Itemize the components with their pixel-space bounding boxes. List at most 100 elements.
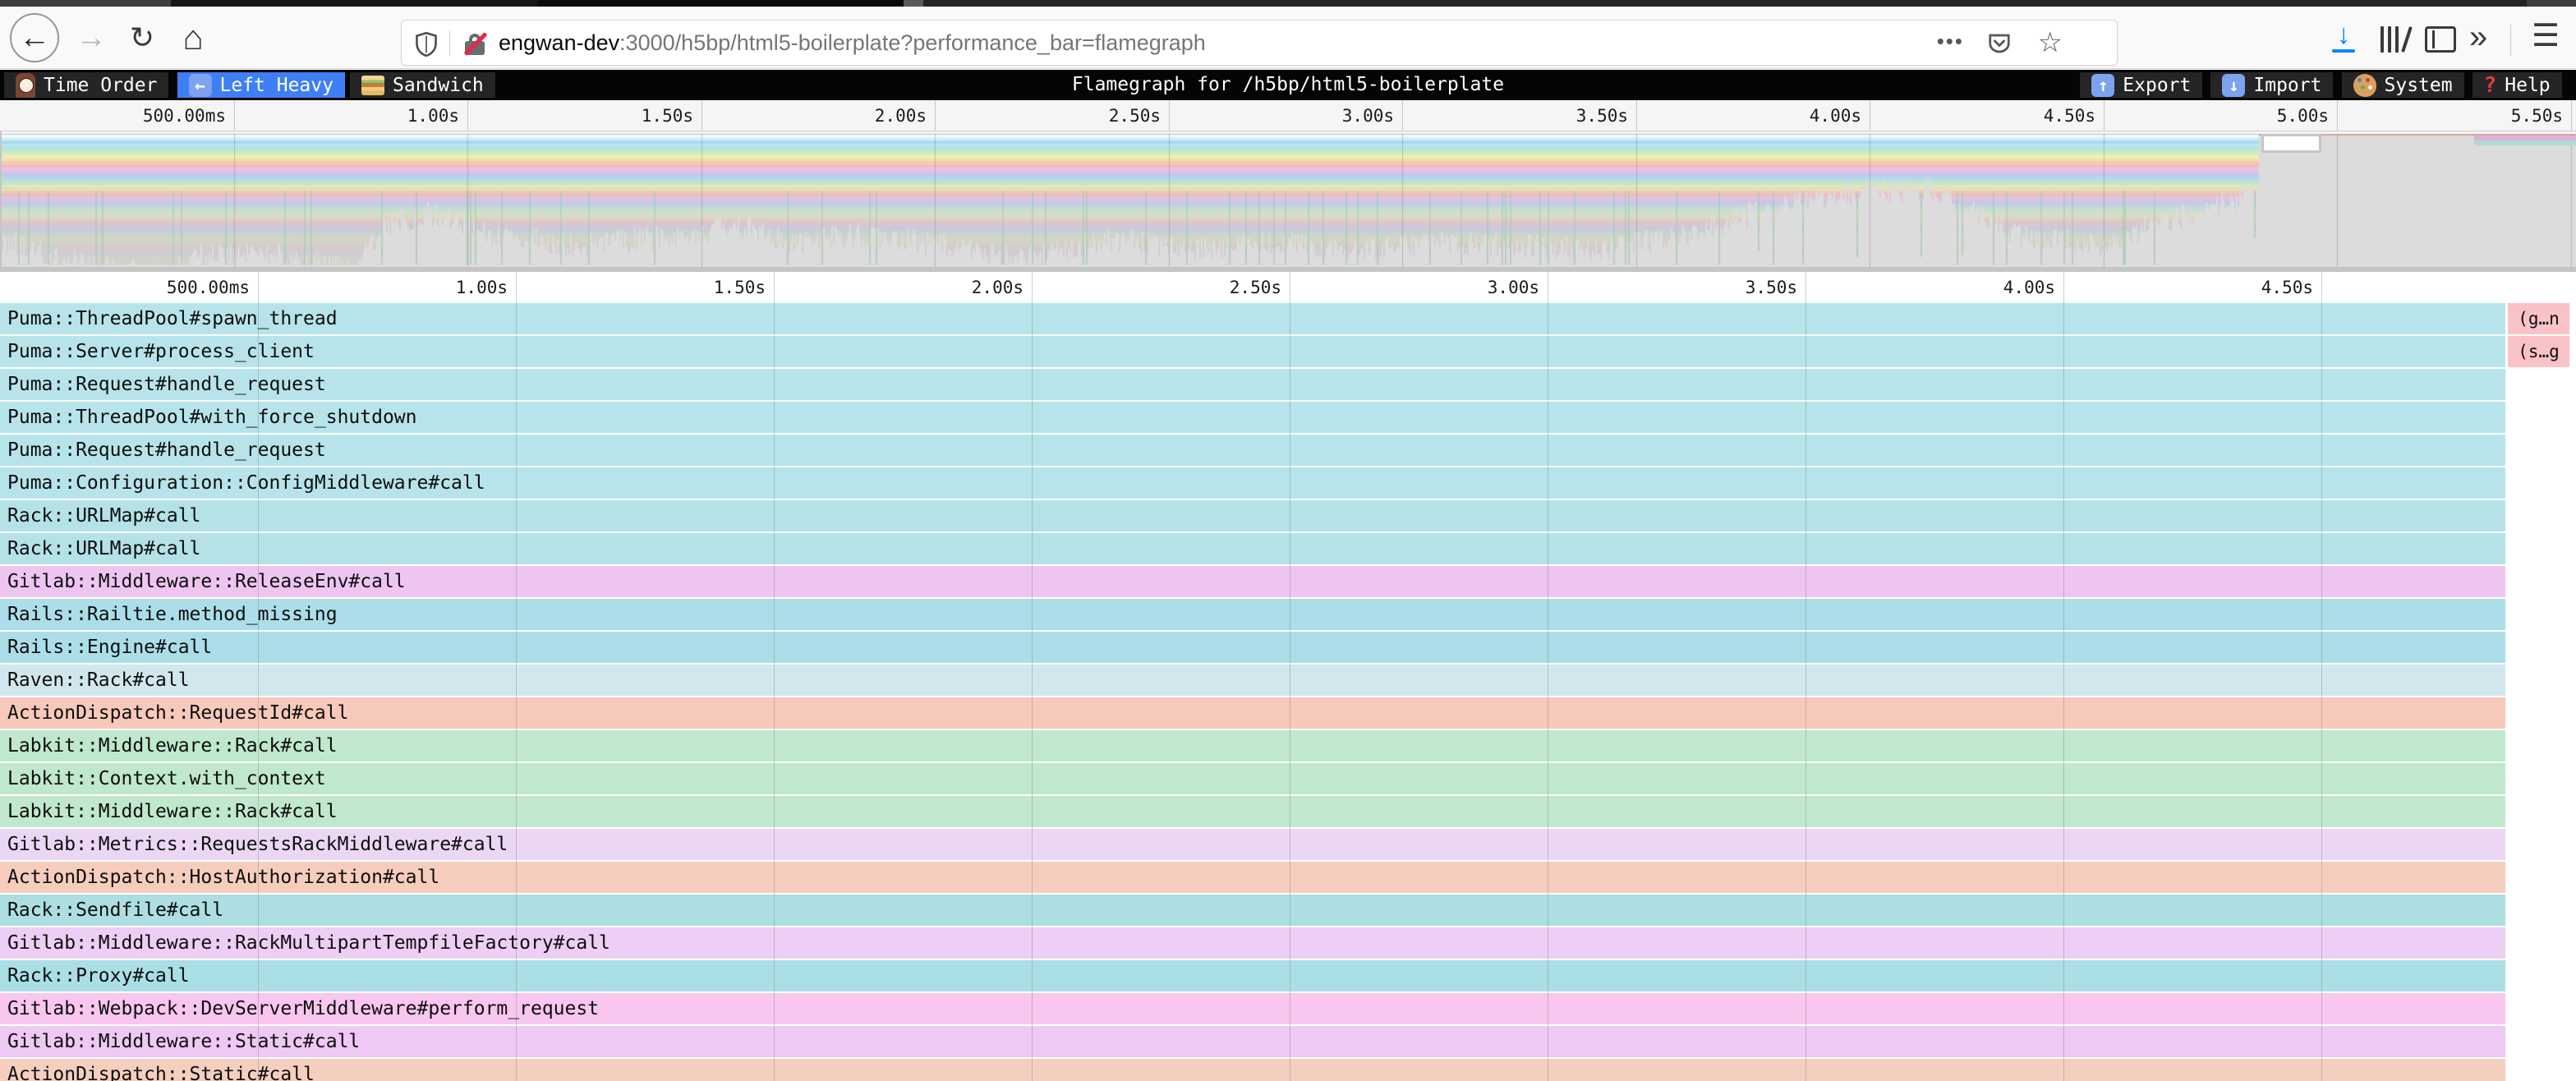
left-arrow-icon: ← xyxy=(189,74,212,97)
action-label: Export xyxy=(2123,75,2191,96)
flame-frame-bar[interactable] xyxy=(0,730,2505,761)
tab-divider xyxy=(904,0,923,7)
ruler-tick-label: 1.50s xyxy=(597,272,766,303)
library-icon[interactable] xyxy=(2380,26,2413,53)
flame-row: Puma::ThreadPool#with_force_shutdown xyxy=(0,402,2576,433)
flame-frame-bar[interactable] xyxy=(0,1059,2505,1081)
tab-left-heavy[interactable]: ← Left Heavy xyxy=(177,72,345,98)
flame-row: Puma::ThreadPool#spawn_thread (g…n xyxy=(0,303,2576,334)
url-text[interactable]: engwan-dev:3000/h5bp/html5-boilerplate?p… xyxy=(499,21,1206,65)
flame-row: Gitlab::Webpack::DevServerMiddleware#per… xyxy=(0,993,2576,1024)
flame-frame-bar[interactable] xyxy=(0,599,2505,630)
flame-frame-label: Puma::Configuration::ConfigMiddleware#ca… xyxy=(7,467,485,499)
url-bar[interactable]: engwan-dev:3000/h5bp/html5-boilerplate?p… xyxy=(401,20,2118,66)
ruler-gridline xyxy=(258,272,259,303)
page-actions-icon[interactable]: ••• xyxy=(1937,21,1964,65)
ruler-tick-label: 2.50s xyxy=(992,100,1161,131)
ruler-tick-label: 2.50s xyxy=(1113,272,1281,303)
flame-frame-label: Gitlab::Middleware::ReleaseEnv#call xyxy=(7,566,406,597)
flame-frame-label: Puma::ThreadPool#with_force_shutdown xyxy=(7,402,417,433)
overflow-chevrons-icon[interactable]: » xyxy=(2469,13,2487,62)
bookmark-star-icon[interactable]: ☆ xyxy=(2038,21,2063,65)
flame-frame-label: Rails::Railtie.method_missing xyxy=(7,599,338,630)
tab-label: Left Heavy xyxy=(220,75,334,96)
tab-time-order[interactable]: Time Order xyxy=(4,72,168,98)
ruler-tick-label: 3.00s xyxy=(1226,100,1394,131)
flamegraph[interactable]: Puma::ThreadPool#spawn_thread (g…nPuma::S… xyxy=(0,303,2576,1081)
insecure-lock-icon[interactable] xyxy=(462,31,487,56)
flame-row: Puma::Configuration::ConfigMiddleware#ca… xyxy=(0,467,2576,499)
reload-button[interactable]: ↻ xyxy=(122,13,163,62)
pocket-icon[interactable] xyxy=(1987,31,2012,60)
urlbar-separator xyxy=(449,30,450,57)
back-button[interactable]: ← xyxy=(10,13,59,62)
flame-row: Rack::Proxy#call xyxy=(0,960,2576,991)
action-label: System xyxy=(2385,75,2453,96)
flame-frame-label: Rack::Proxy#call xyxy=(7,960,190,991)
flame-frame-label: Puma::ThreadPool#spawn_thread xyxy=(7,303,338,334)
help-button[interactable]: ?Help xyxy=(2472,72,2562,98)
ruler-gridline xyxy=(234,100,235,131)
url-host: engwan-dev xyxy=(499,30,619,55)
speedscope-toolbar: Flamegraph for /h5bp/html5-boilerplate T… xyxy=(0,70,2576,100)
flame-frame-label: ActionDispatch::Static#call xyxy=(7,1059,315,1081)
sidebar-toggle-icon[interactable] xyxy=(2425,26,2456,53)
tab-segment xyxy=(0,0,171,7)
flame-frame-bar[interactable] xyxy=(0,435,2505,466)
flame-row: Raven::Rack#call xyxy=(0,665,2576,696)
flame-tail-frame[interactable]: (s…g xyxy=(2508,336,2569,367)
flame-gridline xyxy=(2321,303,2322,1081)
url-path: :3000/h5bp/html5-boilerplate?performance… xyxy=(619,30,1206,55)
flame-row: Labkit::Middleware::Rack#call xyxy=(0,796,2576,827)
flame-frame-label: Rack::URLMap#call xyxy=(7,533,200,564)
ruler-tick-label: 4.00s xyxy=(1887,272,2055,303)
ruler-gridline xyxy=(935,100,936,131)
main-ruler: 500.00ms1.00s1.50s2.00s2.50s3.00s3.50s4.… xyxy=(0,272,2576,303)
flame-tail-frame[interactable]: (g…n xyxy=(2508,303,2569,334)
ruler-tick-label: 4.50s xyxy=(1927,100,2095,131)
flame-row: Puma::Request#handle_request xyxy=(0,435,2576,466)
flame-frame-bar[interactable] xyxy=(0,763,2505,794)
tracking-protection-shield-icon[interactable] xyxy=(415,32,438,61)
flame-row: Puma::Request#handle_request xyxy=(0,369,2576,400)
flame-frame-bar[interactable] xyxy=(0,697,2505,729)
ruler-tick-label: 1.00s xyxy=(291,100,459,131)
flame-row: Gitlab::Middleware::RackMultipartTempfil… xyxy=(0,927,2576,959)
forward-button[interactable]: → xyxy=(71,13,112,62)
minimap[interactable] xyxy=(0,131,2576,272)
flame-frame-label: ActionDispatch::HostAuthorization#call xyxy=(7,862,439,893)
hamburger-menu-icon[interactable]: ☰ xyxy=(2532,13,2560,62)
flame-frame-bar[interactable] xyxy=(0,500,2505,531)
ruler-gridline xyxy=(2337,100,2338,131)
ruler-tick-label: 2.00s xyxy=(855,272,1024,303)
palette-button[interactable]: System xyxy=(2342,72,2464,98)
home-button[interactable]: ⌂ xyxy=(171,13,215,62)
flame-frame-bar[interactable] xyxy=(0,303,2505,334)
ruler-tick-label: 3.00s xyxy=(1371,272,1539,303)
flame-frame-bar[interactable] xyxy=(0,369,2505,400)
export-button[interactable]: ↑Export xyxy=(2080,72,2202,98)
ruler-gridline xyxy=(2063,272,2064,303)
ruler-tick-label: 4.50s xyxy=(2145,272,2313,303)
ruler-tick-label: 5.00s xyxy=(2160,100,2329,131)
flame-frame-bar[interactable] xyxy=(0,632,2505,663)
tab-sandwich[interactable]: Sandwich xyxy=(350,72,495,98)
flame-frame-label: Gitlab::Webpack::DevServerMiddleware#per… xyxy=(7,993,599,1024)
flame-row: Rack::URLMap#call xyxy=(0,533,2576,564)
flame-frame-bar[interactable] xyxy=(0,665,2505,696)
flame-frame-bar[interactable] xyxy=(0,336,2505,367)
minimap-ruler: 500.00ms1.00s1.50s2.00s2.50s3.00s3.50s4.… xyxy=(0,100,2576,131)
flame-frame-label: Gitlab::Middleware::Static#call xyxy=(7,1026,360,1057)
downloads-icon[interactable]: ↓ xyxy=(2330,21,2358,54)
flame-frame-bar[interactable] xyxy=(0,895,2505,926)
flame-row: Gitlab::Metrics::RequestsRackMiddleware#… xyxy=(0,829,2576,860)
flame-frame-bar[interactable] xyxy=(0,796,2505,827)
minimap-canvas[interactable] xyxy=(0,131,2576,272)
minimap-viewport[interactable] xyxy=(2261,134,2321,153)
flame-frame-bar[interactable] xyxy=(0,533,2505,564)
flame-frame-bar[interactable] xyxy=(0,960,2505,991)
flame-row: Puma::Server#process_client(s…g xyxy=(0,336,2576,367)
download-arrow: ↓ xyxy=(2337,19,2351,50)
import-button[interactable]: ↓Import xyxy=(2210,72,2333,98)
flame-frame-bar[interactable] xyxy=(0,1026,2505,1057)
